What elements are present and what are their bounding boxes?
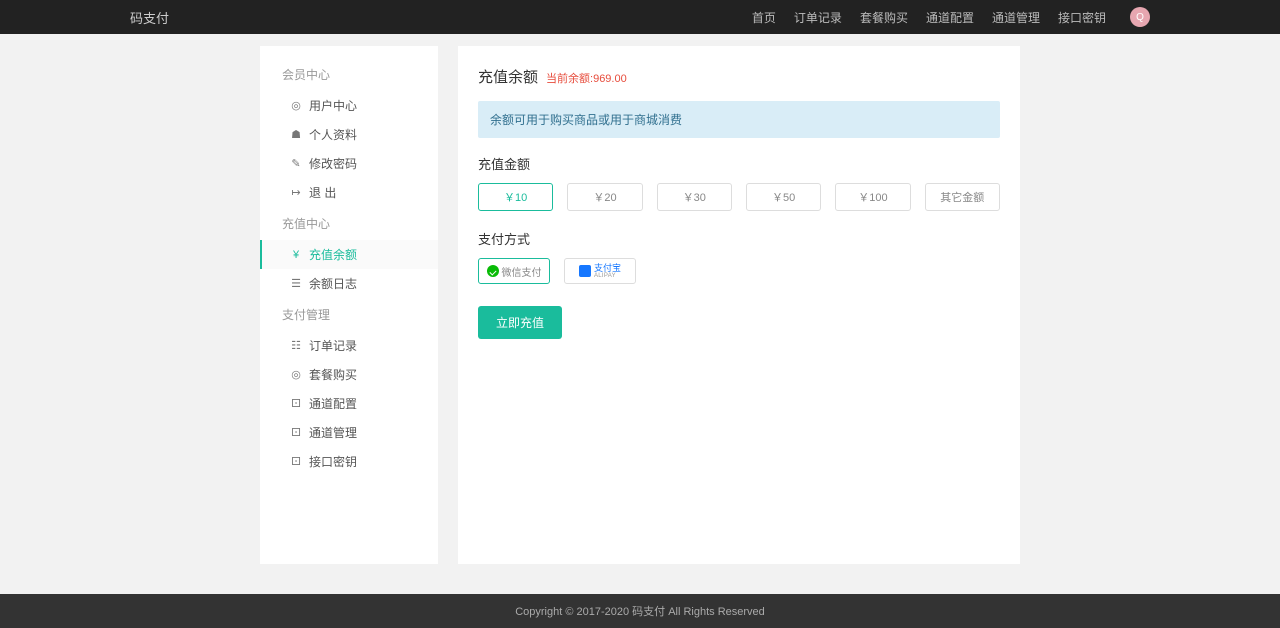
order-icon: ☷ (290, 340, 302, 352)
pay-option-wechat[interactable]: 微信支付 (478, 258, 550, 284)
avatar[interactable]: Q (1130, 7, 1150, 27)
footer: Copyright © 2017-2020 码支付 All Rights Res… (0, 594, 1280, 628)
amount-option[interactable]: ￥10 (478, 183, 553, 211)
log-icon: ☰ (290, 278, 302, 290)
sidebar-item[interactable]: ⚀ 接口密钥 (260, 447, 438, 476)
sidebar-item[interactable]: ¥ 充值余额 (260, 240, 438, 269)
wechat-icon (487, 265, 499, 277)
sidebar-group-title: 充值中心 (260, 207, 438, 240)
sidebar-group-title: 支付管理 (260, 298, 438, 331)
amount-option[interactable]: ￥100 (835, 183, 910, 211)
alipay-icon (579, 265, 591, 277)
package-icon: ◎ (290, 369, 302, 381)
sidebar-item[interactable]: ⚀ 通道配置 (260, 389, 438, 418)
sidebar-item-label: 通道配置 (309, 395, 357, 412)
nav-package[interactable]: 套餐购买 (860, 9, 908, 26)
amount-section-label: 充值金额 (478, 154, 1000, 173)
sidebar: 会员中心 ◎ 用户中心 ☗ 个人资料 ✎ 修改密码 ↦ 退 出充值中心 ¥ 充值余额 ☰ 余额日志支付管… (260, 46, 438, 564)
top-nav: 首页 订单记录 套餐购买 通道配置 通道管理 接口密钥 Q (752, 7, 1150, 27)
logout-icon: ↦ (290, 187, 302, 199)
pay-option-alipay[interactable]: 支付宝ALIPAY (564, 258, 636, 284)
brand-logo[interactable]: 码支付 (130, 8, 169, 27)
pay-options: 微信支付 支付宝ALIPAY (478, 258, 1000, 284)
info-alert: 余额可用于购买商品或用于商城消费 (478, 101, 1000, 138)
sidebar-item-label: 用户中心 (309, 97, 357, 114)
submit-recharge-button[interactable]: 立即充值 (478, 306, 562, 339)
sidebar-item[interactable]: ☗ 个人资料 (260, 120, 438, 149)
pay-section-label: 支付方式 (478, 229, 1000, 248)
sidebar-item-label: 充值余额 (309, 246, 357, 263)
lock-icon: ⚀ (290, 456, 302, 468)
sidebar-item[interactable]: ☰ 余额日志 (260, 269, 438, 298)
sidebar-item[interactable]: ↦ 退 出 (260, 178, 438, 207)
lock-icon: ⚀ (290, 427, 302, 439)
sidebar-item-label: 接口密钥 (309, 453, 357, 470)
pay-option-label: 微信支付 (502, 264, 542, 279)
main-panel: 充值余额 当前余额:969.00 余额可用于购买商品或用于商城消费 充值金额 ￥… (458, 46, 1020, 564)
amount-options: ￥10 ￥20 ￥30 ￥50 ￥100 其它金额 (478, 183, 1000, 211)
sidebar-item[interactable]: ☷ 订单记录 (260, 331, 438, 360)
sidebar-item-label: 修改密码 (309, 155, 357, 172)
nav-orders[interactable]: 订单记录 (794, 9, 842, 26)
amount-option[interactable]: ￥50 (746, 183, 821, 211)
nav-channel-config[interactable]: 通道配置 (926, 9, 974, 26)
nav-api-key[interactable]: 接口密钥 (1058, 9, 1106, 26)
user-circle-icon: ◎ (290, 100, 302, 112)
sidebar-item[interactable]: ⚀ 通道管理 (260, 418, 438, 447)
sidebar-item-label: 通道管理 (309, 424, 357, 441)
sidebar-item[interactable]: ◎ 用户中心 (260, 91, 438, 120)
nav-channel-manage[interactable]: 通道管理 (992, 9, 1040, 26)
page-title: 充值余额 (478, 66, 538, 87)
lock-icon: ⚀ (290, 398, 302, 410)
sidebar-item-label: 退 出 (309, 184, 336, 201)
sidebar-item[interactable]: ✎ 修改密码 (260, 149, 438, 178)
sidebar-item-label: 个人资料 (309, 126, 357, 143)
yen-icon: ¥ (290, 249, 302, 261)
sidebar-item-label: 余额日志 (309, 275, 357, 292)
pay-option-label: 支付宝ALIPAY (594, 264, 621, 279)
sidebar-item[interactable]: ◎ 套餐购买 (260, 360, 438, 389)
nav-home[interactable]: 首页 (752, 9, 776, 26)
sidebar-group-title: 会员中心 (260, 58, 438, 91)
sidebar-item-label: 套餐购买 (309, 366, 357, 383)
amount-option[interactable]: 其它金额 (925, 183, 1000, 211)
profile-icon: ☗ (290, 129, 302, 141)
amount-option[interactable]: ￥30 (657, 183, 732, 211)
topbar: 码支付 首页 订单记录 套餐购买 通道配置 通道管理 接口密钥 Q (0, 0, 1280, 34)
sidebar-item-label: 订单记录 (309, 337, 357, 354)
balance-text: 当前余额:969.00 (546, 70, 627, 86)
amount-option[interactable]: ￥20 (567, 183, 642, 211)
key-icon: ✎ (290, 158, 302, 170)
